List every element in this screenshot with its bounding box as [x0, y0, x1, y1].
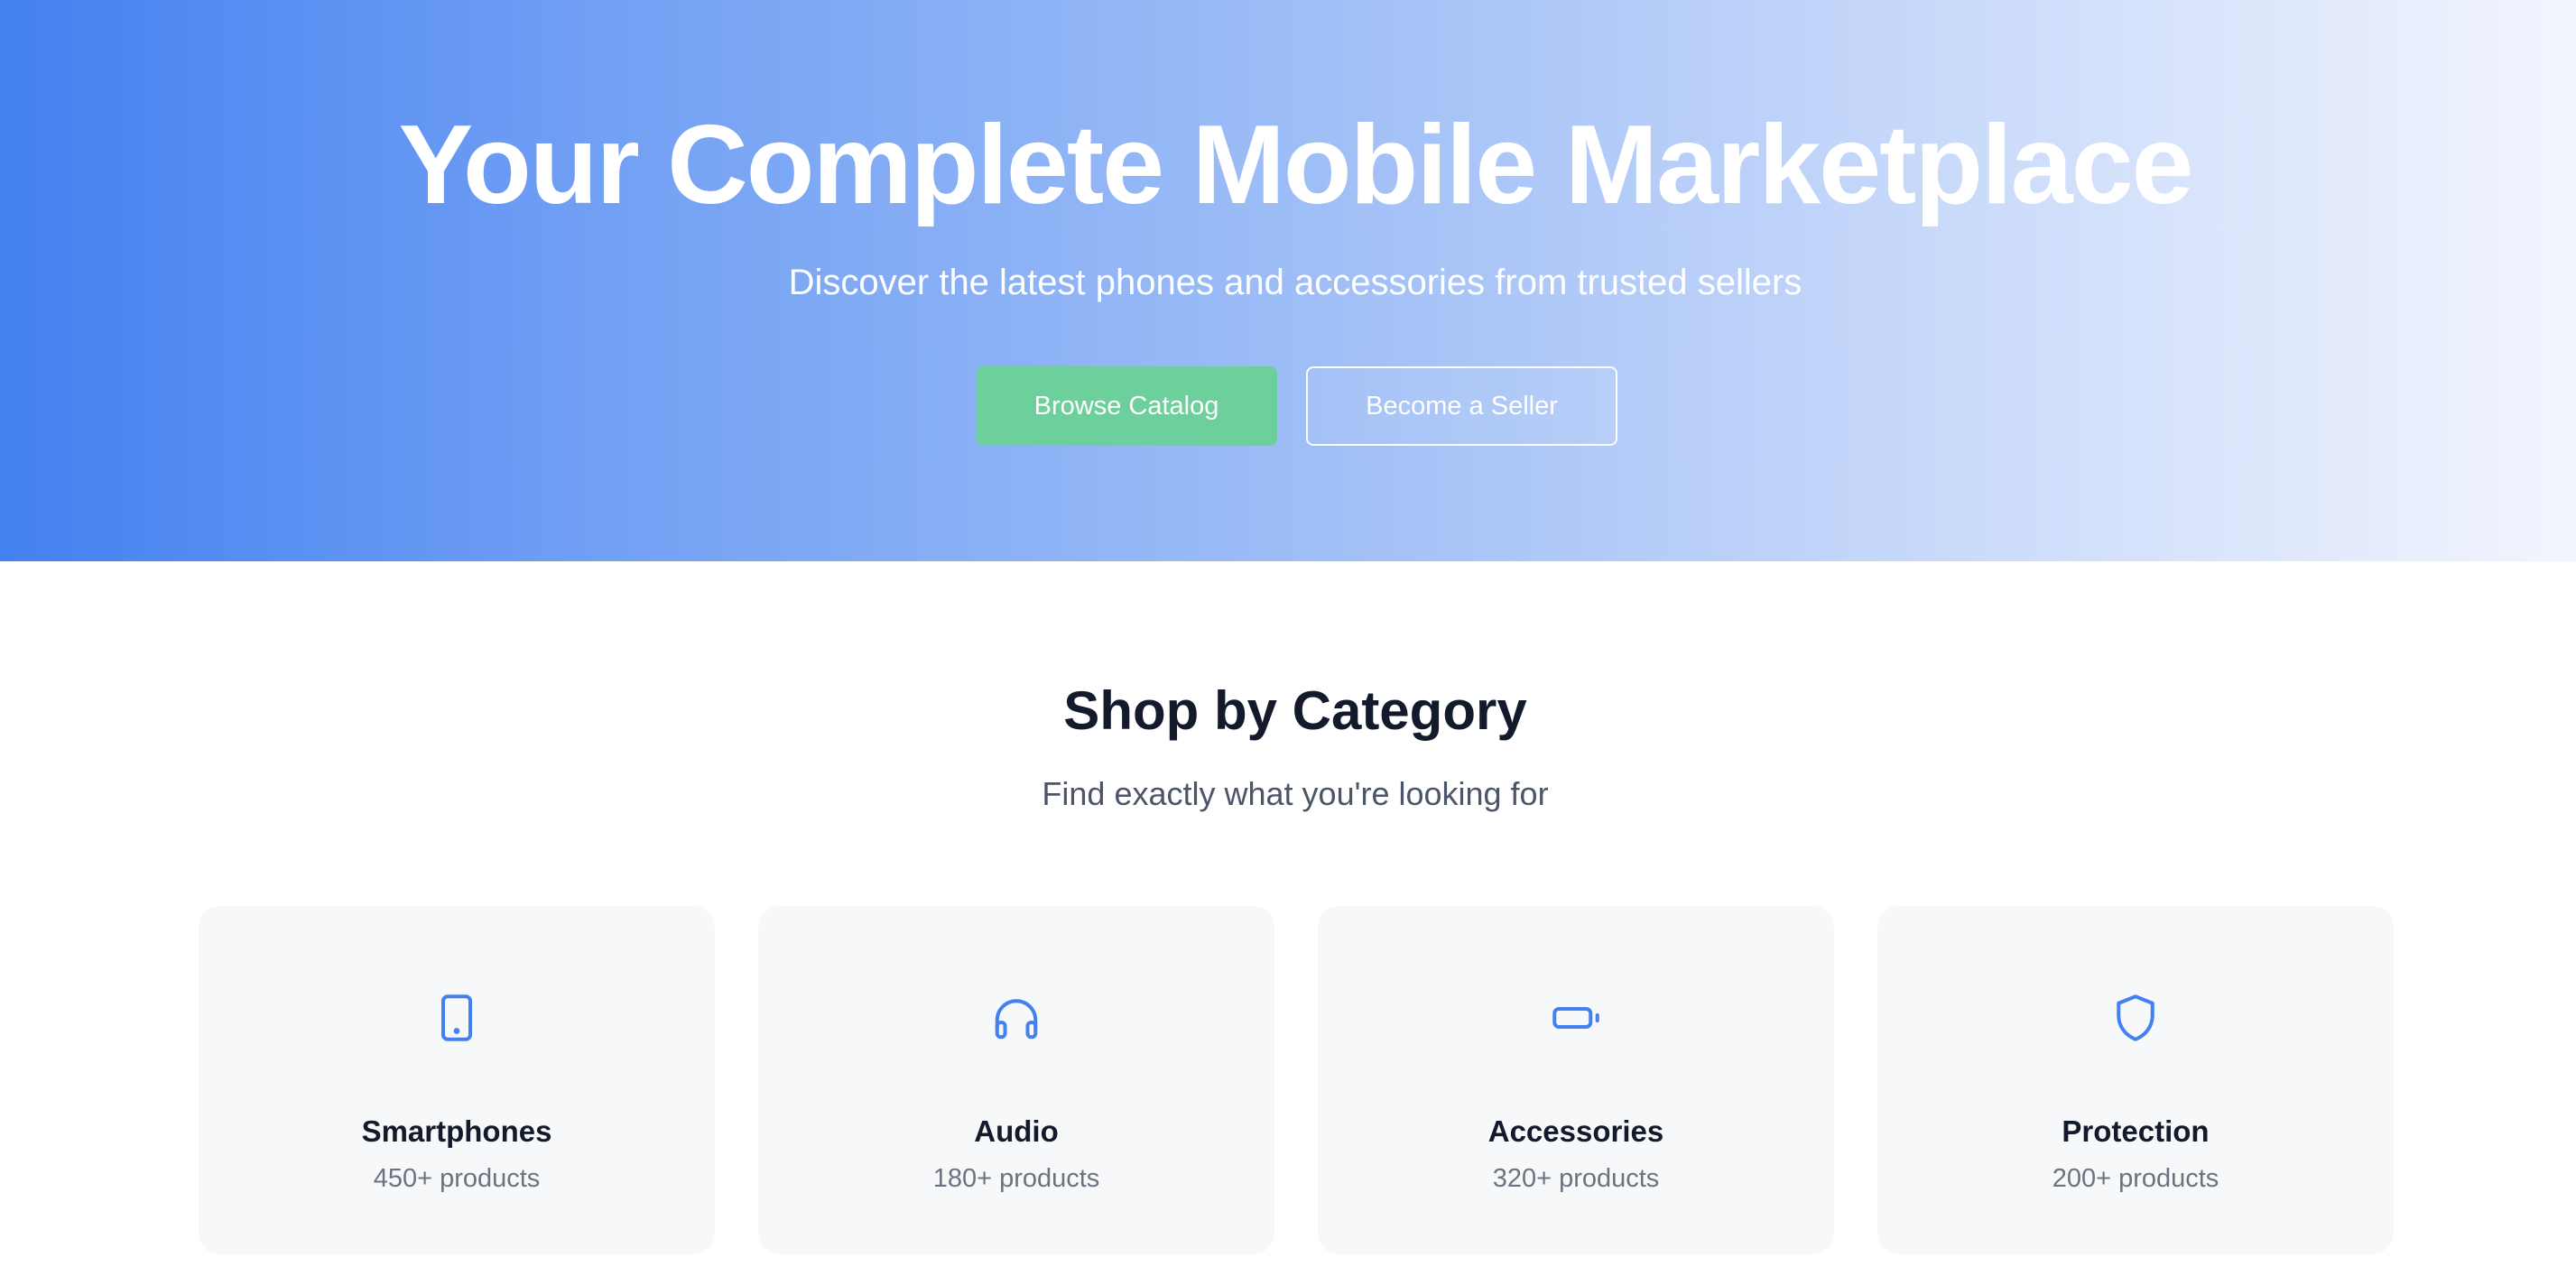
headphones-icon — [989, 991, 1043, 1045]
category-count: 180+ products — [932, 1164, 1100, 1193]
category-card-smartphones[interactable]: Smartphones 450+ products — [199, 906, 715, 1254]
category-count: 320+ products — [1492, 1164, 1660, 1193]
browse-catalog-button[interactable]: Browse Catalog — [976, 366, 1277, 446]
hero-section: Your Complete Mobile Marketplace Discove… — [0, 0, 2576, 561]
category-card-audio[interactable]: Audio 180+ products — [758, 906, 1274, 1254]
category-count: 200+ products — [2052, 1164, 2219, 1193]
category-name: Audio — [974, 1114, 1059, 1148]
shield-icon — [2108, 991, 2163, 1045]
hero-subtitle: Discover the latest phones and accessori… — [788, 263, 1802, 302]
category-card-protection[interactable]: Protection 200+ products — [1877, 906, 2394, 1254]
category-count: 450+ products — [373, 1164, 541, 1193]
category-card-accessories[interactable]: Accessories 320+ products — [1318, 906, 1834, 1254]
category-name: Smartphones — [361, 1114, 552, 1148]
hero-title: Your Complete Mobile Marketplace — [398, 103, 2193, 227]
section-subtitle: Find exactly what you're looking for — [1042, 775, 1549, 812]
category-name: Protection — [2062, 1114, 2210, 1148]
become-seller-button[interactable]: Become a Seller — [1306, 366, 1617, 446]
section-title: Shop by Category — [1063, 680, 1527, 741]
category-name: Accessories — [1487, 1114, 1664, 1148]
battery-icon — [1549, 991, 1603, 1045]
smartphone-icon — [430, 991, 484, 1045]
